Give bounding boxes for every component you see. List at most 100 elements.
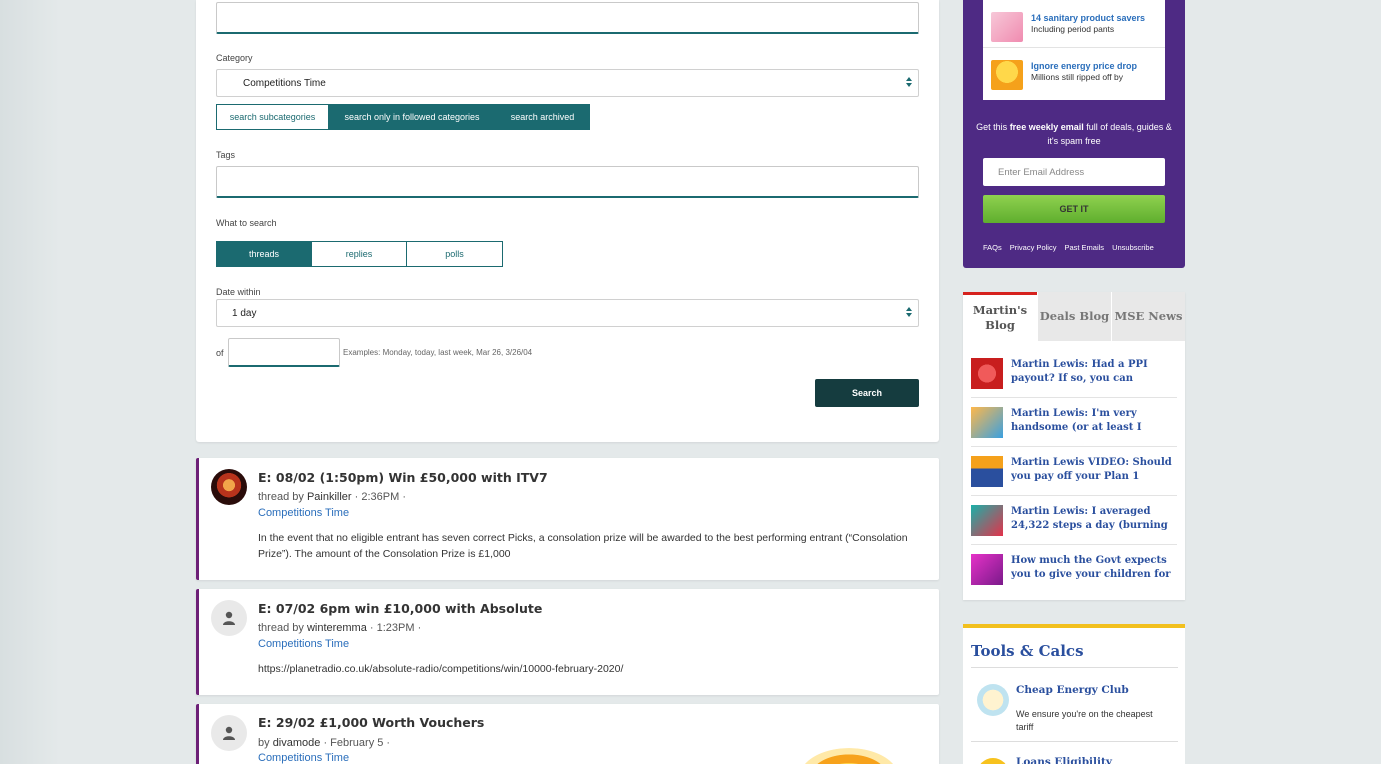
meta-prefix: by — [258, 737, 270, 749]
category-select[interactable]: Competitions Time — [216, 69, 919, 97]
thread-time: · February 5 · — [323, 737, 391, 749]
thread-author[interactable]: Painkiller — [307, 491, 352, 503]
date-within-value: 1 day — [232, 307, 257, 319]
thread-image-thumbnail — [799, 748, 899, 764]
thread-title[interactable]: E: 07/02 6pm win £10,000 with Absolute — [258, 601, 542, 616]
past-emails-link[interactable]: Past Emails — [1064, 243, 1104, 252]
faqs-link[interactable]: FAQs — [983, 243, 1002, 252]
promo-item-title[interactable]: 14 sanitary product savers — [1031, 13, 1145, 23]
thread-excerpt: https://planetradio.co.uk/absolute-radio… — [258, 663, 624, 675]
tool-item-subtitle: We ensure you're on the cheapest tariff — [1016, 709, 1153, 732]
blog-list-item[interactable]: Martin Lewis: I'm very handsome (or at l… — [971, 398, 1177, 447]
threads-option[interactable]: threads — [216, 241, 312, 267]
thread-meta: thread by Painkiller · 2:36PM · — [258, 491, 406, 503]
newsletter-promo: 14 sanitary product savers Including per… — [963, 0, 1185, 268]
search-subcategories-toggle[interactable]: search subcategories — [216, 104, 329, 130]
search-archived-toggle[interactable]: search archived — [495, 104, 590, 130]
privacy-policy-link[interactable]: Privacy Policy — [1010, 243, 1057, 252]
tool-item-title[interactable]: Loans Eligibility — [1016, 756, 1112, 764]
thread-title[interactable]: E: 29/02 £1,000 Worth Vouchers — [258, 715, 484, 730]
thread-excerpt: In the event that no eligible entrant ha… — [258, 532, 908, 560]
page-background-shade — [0, 0, 60, 764]
tools-calcs-widget: Tools & Calcs Cheap Energy Club We ensur… — [963, 624, 1185, 764]
followed-categories-toggle[interactable]: search only in followed categories — [329, 104, 495, 130]
blog-item-title[interactable]: How much the Govt expects you to give yo… — [1011, 554, 1177, 582]
date-of-row: of Examples: Monday, today, last week, M… — [216, 338, 532, 367]
of-label: of — [216, 347, 224, 358]
date-of-input[interactable] — [228, 338, 340, 367]
select-caret-icon — [906, 77, 912, 89]
blog-list-item[interactable]: How much the Govt expects you to give yo… — [971, 545, 1177, 594]
promo-item[interactable]: Ignore energy price drop Millions still … — [983, 48, 1165, 96]
tool-item-title[interactable]: Cheap Energy Club — [1016, 684, 1129, 696]
tags-input[interactable] — [216, 166, 919, 198]
date-within-label: Date within — [216, 287, 261, 297]
meta-prefix: thread by — [258, 491, 304, 503]
date-examples-hint: Examples: Monday, today, last week, Mar … — [343, 348, 533, 357]
thread-card[interactable]: E: 29/02 £1,000 Worth Vouchers by divamo… — [196, 704, 939, 764]
promo-footer-links: FAQs Privacy Policy Past Emails Unsubscr… — [983, 243, 1154, 252]
tool-item[interactable]: Cheap Energy Club We ensure you're on th… — [971, 668, 1178, 742]
thread-category-link[interactable]: Competitions Time — [258, 752, 349, 764]
thread-card[interactable]: E: 07/02 6pm win £10,000 with Absolute t… — [196, 589, 939, 695]
meta-prefix: thread by — [258, 622, 304, 634]
skull-avatar[interactable] — [211, 469, 247, 505]
walking-thumbnail — [971, 505, 1003, 536]
category-toggle-group: search subcategories search only in foll… — [216, 104, 590, 130]
blog-widget: Martin's Blog Deals Blog MSE News Martin… — [963, 292, 1185, 600]
date-within-select[interactable]: 1 day — [216, 299, 919, 327]
tab-martins-blog[interactable]: Martin's Blog — [963, 292, 1037, 341]
category-label: Category — [216, 53, 253, 63]
category-select-value: Competitions Time — [243, 77, 326, 89]
person-icon[interactable] — [211, 600, 247, 636]
thread-card[interactable]: E: 08/02 (1:50pm) Win £50,000 with ITV7 … — [196, 458, 939, 580]
thread-meta: by divamode · February 5 · — [258, 737, 390, 749]
blog-item-title[interactable]: Martin Lewis: Had a PPI payout? If so, y… — [1011, 358, 1177, 386]
unsubscribe-link[interactable]: Unsubscribe — [1112, 243, 1154, 252]
promo-item-title[interactable]: Ignore energy price drop — [1031, 61, 1137, 71]
thread-time: · 1:23PM · — [369, 622, 422, 634]
children-thumbnail — [971, 554, 1003, 585]
promo-item-subtitle: Millions still ripped off by — [1031, 72, 1123, 82]
tab-mse-news[interactable]: MSE News — [1111, 292, 1185, 341]
blog-item-title[interactable]: Martin Lewis: I averaged 24,322 steps a … — [1011, 505, 1177, 533]
search-button[interactable]: Search — [815, 379, 919, 407]
keyword-input[interactable] — [216, 2, 919, 34]
blog-item-title[interactable]: Martin Lewis VIDEO: Should you pay off y… — [1011, 456, 1177, 484]
promo-list: 14 sanitary product savers Including per… — [983, 0, 1165, 100]
pitch-pre: Get this — [976, 122, 1010, 132]
thread-author[interactable]: winteremma — [307, 622, 367, 634]
period-pants-icon — [991, 12, 1023, 42]
lightbulb-pound-icon — [991, 60, 1023, 90]
blog-item-title[interactable]: Martin Lewis: I'm very handsome (or at l… — [1011, 407, 1177, 435]
promo-item-subtitle: Including period pants — [1031, 24, 1115, 34]
thread-category-link[interactable]: Competitions Time — [258, 507, 349, 519]
thread-author[interactable]: divamode — [273, 737, 321, 749]
coin-thumbnail — [971, 358, 1003, 389]
blog-list-item[interactable]: Martin Lewis: I averaged 24,322 steps a … — [971, 496, 1177, 545]
blog-list-item[interactable]: Martin Lewis VIDEO: Should you pay off y… — [971, 447, 1177, 496]
search-form-panel: Category Competitions Time search subcat… — [196, 0, 939, 442]
pitch-bold: free weekly email — [1009, 122, 1084, 132]
what-to-search-group: threads replies polls — [216, 241, 503, 267]
thread-category-link[interactable]: Competitions Time — [258, 638, 349, 650]
tab-deals-blog[interactable]: Deals Blog — [1037, 292, 1111, 341]
replies-option[interactable]: replies — [312, 241, 407, 267]
tool-item[interactable]: Loans Eligibility — [971, 742, 1178, 764]
thread-time: · 2:36PM · — [354, 491, 406, 503]
newsletter-pitch: Get this free weekly email full of deals… — [975, 120, 1173, 148]
promo-item[interactable]: 14 sanitary product savers Including per… — [983, 0, 1165, 48]
blog-list-item[interactable]: Martin Lewis: Had a PPI payout? If so, y… — [971, 349, 1177, 398]
loans-icon — [977, 758, 1009, 764]
tools-title: Tools & Calcs — [971, 642, 1084, 660]
thread-meta: thread by winteremma · 1:23PM · — [258, 622, 421, 634]
lightbulb-icon — [977, 684, 1009, 716]
newsletter-email-input[interactable]: Enter Email Address — [983, 158, 1165, 186]
person-icon[interactable] — [211, 715, 247, 751]
what-to-search-label: What to search — [216, 218, 277, 228]
get-it-button[interactable]: GET IT — [983, 195, 1165, 223]
tags-label: Tags — [216, 150, 236, 160]
polls-option[interactable]: polls — [407, 241, 503, 267]
heart-thumbnail — [971, 407, 1003, 438]
thread-title[interactable]: E: 08/02 (1:50pm) Win £50,000 with ITV7 — [258, 470, 548, 485]
